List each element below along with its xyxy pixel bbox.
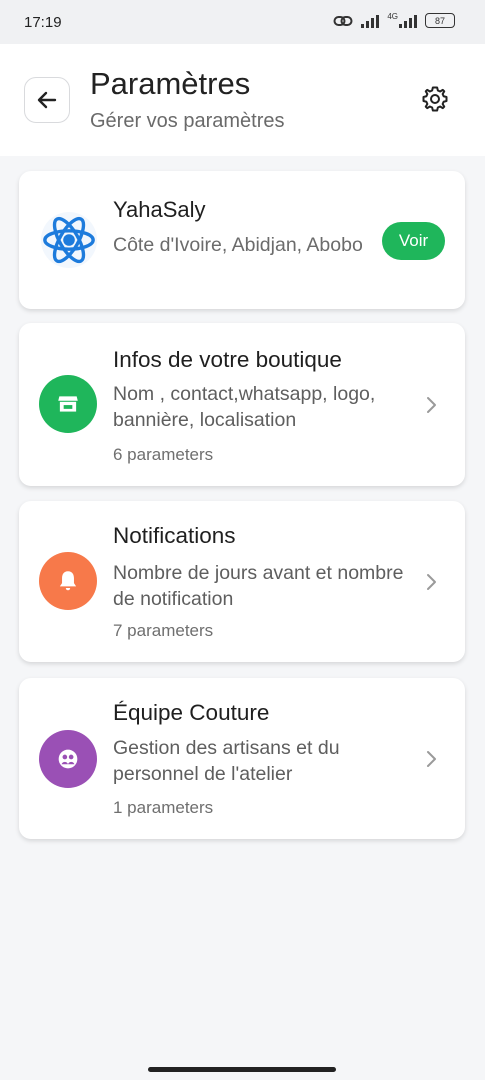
settings-item-count: 6 parameters [113,445,214,464]
page-title: Paramètres [90,66,251,101]
chevron-right-icon [427,397,436,413]
shop-name: YahaSaly [113,197,206,222]
settings-item-team[interactable]: Équipe Couture Gestion des artisans et d… [19,678,465,839]
chevron-right-icon [427,574,436,590]
back-button[interactable] [24,77,70,123]
settings-item-description: Gestion des artisans et du personnel de … [113,737,340,785]
status-bar: 17:19 4G 87 [0,0,485,44]
signal-icon [361,14,380,28]
settings-item-count: 1 parameters [113,798,214,817]
settings-item-count: 7 parameters [113,621,214,640]
arrow-left-icon [37,91,57,109]
link-icon [333,15,353,26]
signal-4g-icon [399,14,417,28]
battery-icon: 87 [425,13,455,28]
settings-item-boutique[interactable]: Infos de votre boutique Nom , contact,wh… [19,323,465,486]
settings-item-title: Infos de votre boutique [113,347,342,372]
chevron-right-icon [427,751,436,767]
status-icons: 4G 87 [333,12,455,28]
status-time: 17:19 [24,14,62,31]
store-icon [39,375,97,433]
view-button[interactable]: Voir [382,222,445,260]
team-icon [39,730,97,788]
page-header: Paramètres Gérer vos paramètres [0,44,485,156]
settings-item-title: Notifications [113,523,236,548]
gear-icon[interactable] [420,84,450,114]
page-subtitle: Gérer vos paramètres [90,110,285,132]
settings-item-title: Équipe Couture [113,700,270,725]
settings-item-description: Nom , contact,whatsapp, logo, bannière, … [113,383,376,431]
home-indicator[interactable] [148,1067,336,1072]
network-type-label: 4G [387,12,398,21]
settings-item-description: Nombre de jours avant et nombre de notif… [113,562,404,610]
shop-location: Côte d'Ivoire, Abidjan, Abobo [113,234,363,256]
battery-level: 87 [434,15,445,26]
atom-icon [40,211,98,269]
settings-item-notifications[interactable]: Notifications Nombre de jours avant et n… [19,501,465,662]
bell-icon [39,552,97,610]
shop-profile-card[interactable]: YahaSaly Côte d'Ivoire, Abidjan, Abobo V… [19,171,465,309]
